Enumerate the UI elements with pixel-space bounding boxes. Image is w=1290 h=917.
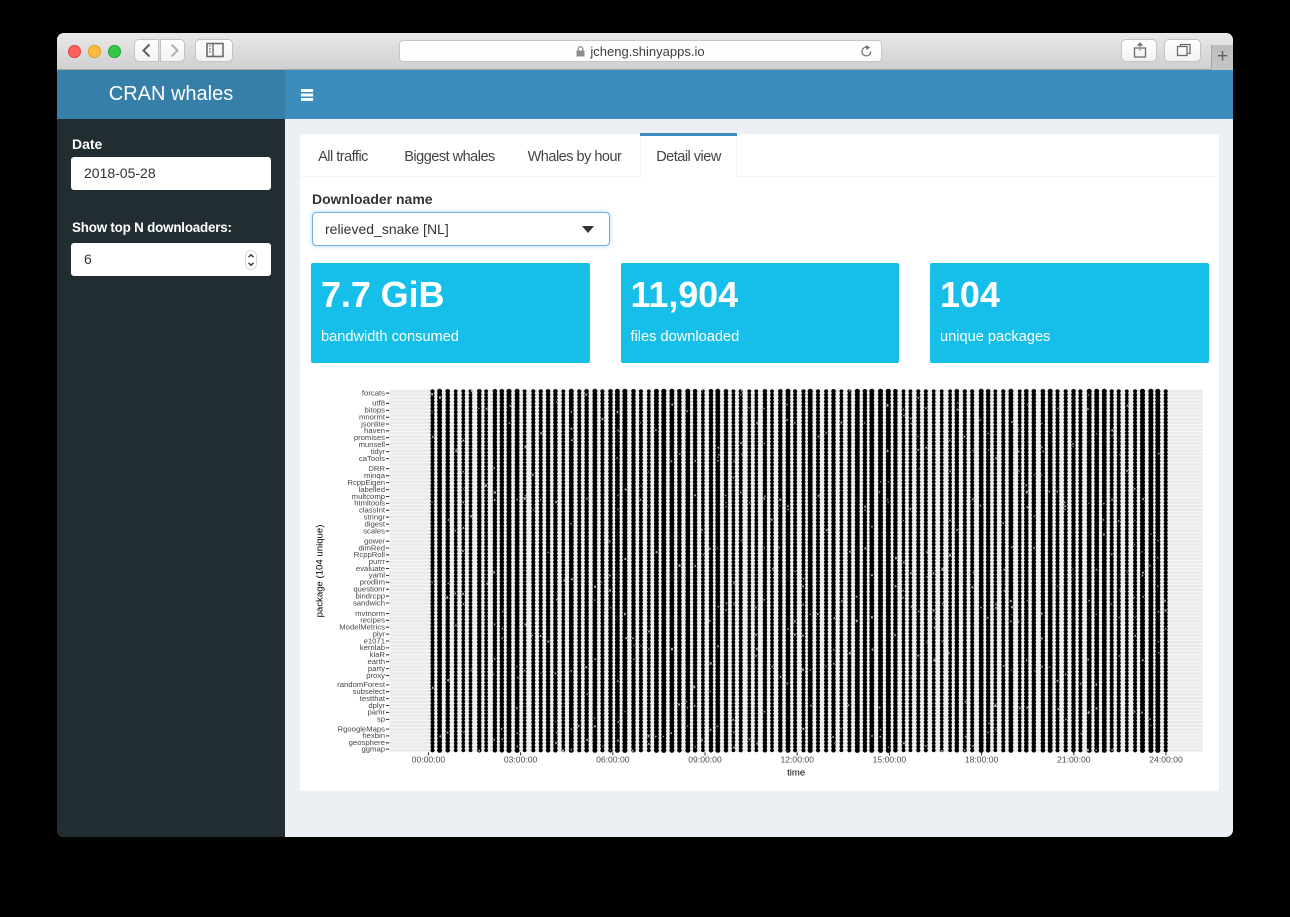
- svg-text:forcats: forcats: [362, 389, 385, 398]
- svg-text:18:00:00: 18:00:00: [965, 755, 999, 765]
- svg-text:sandwich: sandwich: [353, 598, 385, 607]
- svg-text:00:00:00: 00:00:00: [412, 755, 446, 765]
- svg-text:proxy: proxy: [366, 671, 385, 680]
- svg-text:09:00:00: 09:00:00: [688, 755, 722, 765]
- svg-text:sp: sp: [377, 715, 385, 724]
- svg-text:ggmap: ggmap: [361, 744, 385, 753]
- svg-text:06:00:00: 06:00:00: [596, 755, 630, 765]
- svg-text:scales: scales: [363, 526, 385, 535]
- svg-text:12:00:00: 12:00:00: [780, 755, 814, 765]
- svg-text:15:00:00: 15:00:00: [873, 755, 907, 765]
- svg-text:24:00:00: 24:00:00: [1149, 755, 1183, 765]
- svg-text:time: time: [787, 768, 805, 779]
- svg-text:03:00:00: 03:00:00: [504, 755, 538, 765]
- svg-text:caTools: caTools: [359, 454, 385, 463]
- svg-text:package (104 unique): package (104 unique): [315, 525, 326, 618]
- svg-text:21:00:00: 21:00:00: [1057, 755, 1091, 765]
